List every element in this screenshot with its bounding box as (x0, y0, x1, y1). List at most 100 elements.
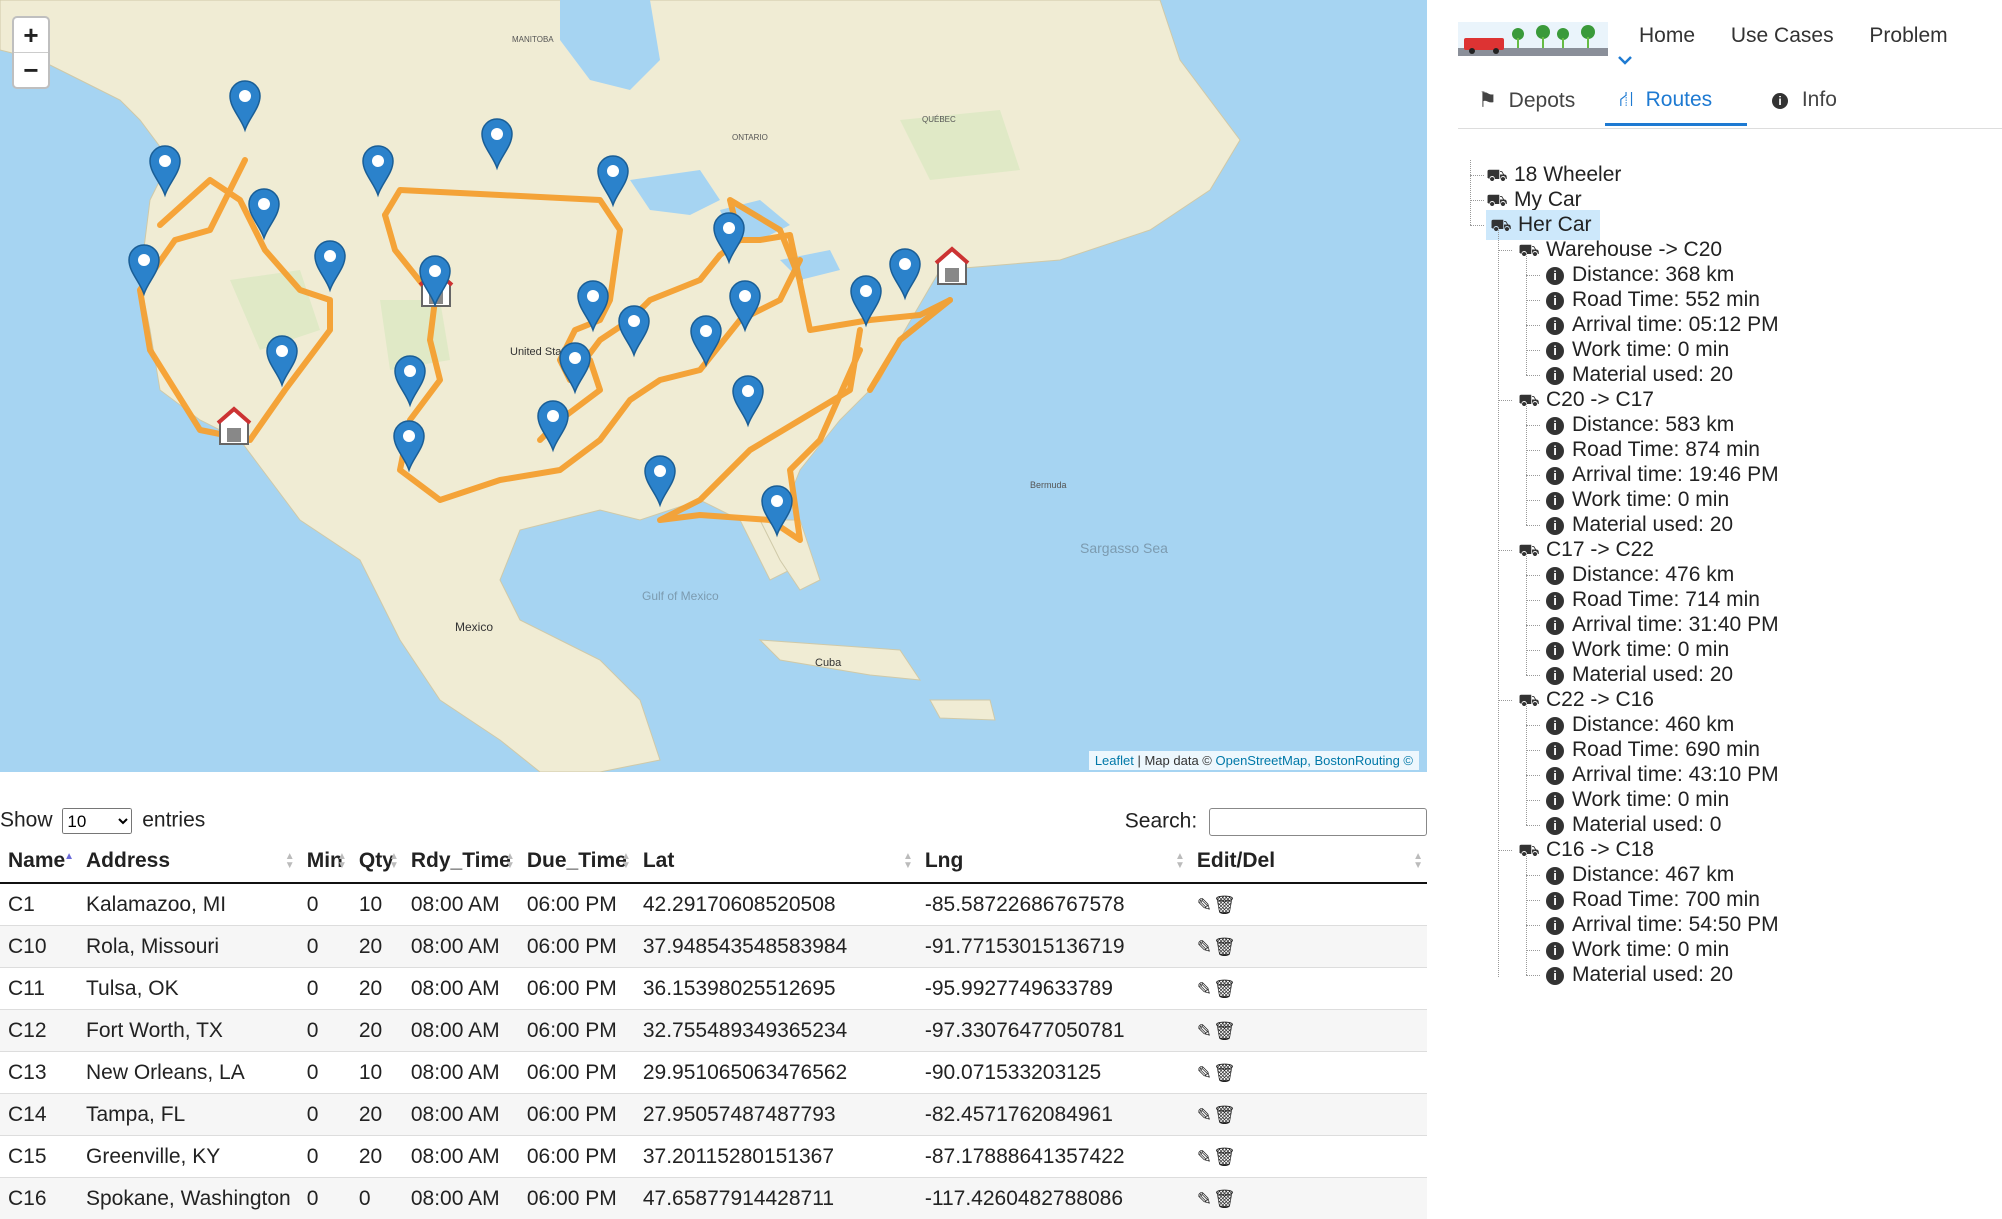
table-row[interactable]: C15Greenville, KY02008:00 AM06:00 PM37.2… (0, 1136, 1427, 1178)
leg-label: Warehouse -> C20 (1546, 238, 1722, 261)
info-circle-icon: i (1546, 767, 1564, 785)
tree-guide-line (1526, 600, 1540, 601)
table-cell-address: Fort Worth, TX (78, 1010, 299, 1052)
table-row[interactable]: C16Spokane, Washington0008:00 AM06:00 PM… (0, 1178, 1427, 1219)
table-header-row: Name▲ Address▲▼ Min▲▼ Qty▲▼ Rdy_Time▲▼ D… (0, 840, 1427, 883)
tab-info-label: Info (1802, 88, 1837, 111)
search-input[interactable] (1209, 808, 1427, 836)
tree-guide-line (1526, 402, 1527, 525)
table-row[interactable]: C1Kalamazoo, MI01008:00 AM06:00 PM42.291… (0, 883, 1427, 926)
table-cell-address: Rola, Missouri (78, 926, 299, 968)
osm-link[interactable]: OpenStreetMap, (1216, 753, 1311, 768)
nav-problem[interactable]: Problem (1869, 24, 1947, 47)
col-header-rdy-time[interactable]: Rdy_Time▲▼ (403, 840, 519, 883)
tree-guide-line (1526, 925, 1540, 926)
table-cell-due-time: 06:00 PM (519, 1178, 635, 1219)
leg-detail-text: Distance: 460 km (1572, 713, 1734, 736)
nav-home[interactable]: Home (1639, 24, 1695, 47)
table-row[interactable]: C13New Orleans, LA01008:00 AM06:00 PM29.… (0, 1052, 1427, 1094)
leg-detail-text: Road Time: 714 min (1572, 588, 1760, 611)
edit-icon[interactable]: ✎ (1197, 979, 1213, 999)
table-cell-lat: 37.20115280151367 (635, 1136, 917, 1178)
tree-guide-line (1526, 750, 1540, 751)
info-circle-icon: i (1546, 342, 1564, 360)
edit-icon[interactable]: ✎ (1197, 937, 1213, 957)
info-circle-icon: i (1546, 442, 1564, 460)
zoom-out-button[interactable]: − (14, 52, 48, 87)
trash-icon[interactable]: 🗑 (1213, 1063, 1237, 1083)
trash-icon[interactable]: 🗑 (1213, 1189, 1237, 1209)
tree-guide-line (1526, 800, 1540, 801)
trash-icon[interactable]: 🗑 (1213, 895, 1237, 915)
trash-icon[interactable]: 🗑 (1213, 937, 1237, 957)
edit-icon[interactable]: ✎ (1197, 1147, 1213, 1167)
logo-image (1458, 22, 1608, 56)
table-cell-edit-del: ✎🗑 (1189, 883, 1427, 926)
table-cell-qty: 20 (351, 1094, 403, 1136)
table-cell-name: C14 (0, 1094, 78, 1136)
table-cell-due-time: 06:00 PM (519, 883, 635, 926)
bostonrouting-link[interactable]: BostonRouting © (1315, 753, 1413, 768)
tree-guide-line (1526, 725, 1540, 726)
edit-icon[interactable]: ✎ (1197, 1189, 1213, 1209)
table-row[interactable]: C14Tampa, FL02008:00 AM06:00 PM27.950574… (0, 1094, 1427, 1136)
col-header-edit-del[interactable]: Edit/Del▲▼ (1189, 840, 1427, 883)
tree-guide-line (1526, 900, 1540, 901)
col-header-min[interactable]: Min▲▼ (299, 840, 351, 883)
tree-guide-line (1526, 675, 1540, 676)
flag-icon: ⚑ (1478, 89, 1497, 112)
show-label: Show (0, 809, 53, 832)
table-cell-name: C12 (0, 1010, 78, 1052)
tab-routes[interactable]: ⛙ Routes (1605, 88, 1747, 126)
trash-icon[interactable]: 🗑 (1213, 1105, 1237, 1125)
trash-icon[interactable]: 🗑 (1213, 979, 1237, 999)
tab-info[interactable]: i Info (1772, 88, 1872, 126)
leg-detail-text: Arrival time: 19:46 PM (1572, 463, 1779, 486)
col-header-lat[interactable]: Lat▲▼ (635, 840, 917, 883)
leg-detail-text: Road Time: 874 min (1572, 438, 1760, 461)
label-quebec: QUÉBEC (922, 115, 956, 124)
sort-icon: ▲▼ (621, 852, 631, 870)
edit-icon[interactable]: ✎ (1197, 1063, 1213, 1083)
table-row[interactable]: C11Tulsa, OK02008:00 AM06:00 PM36.153980… (0, 968, 1427, 1010)
chevron-down-icon[interactable] (1617, 48, 1633, 71)
table-cell-due-time: 06:00 PM (519, 1052, 635, 1094)
col-header-address[interactable]: Address▲▼ (78, 840, 299, 883)
table-cell-qty: 10 (351, 1052, 403, 1094)
info-circle-icon: i (1546, 417, 1564, 435)
page-size-select[interactable]: 10 (62, 808, 132, 834)
table-cell-qty: 20 (351, 926, 403, 968)
col-header-qty[interactable]: Qty▲▼ (351, 840, 403, 883)
map-tiles: United States Mexico Cuba Sargasso Sea G… (0, 0, 1427, 772)
leg-detail-text: Road Time: 552 min (1572, 288, 1760, 311)
col-header-name[interactable]: Name▲ (0, 840, 78, 883)
route-map[interactable]: United States Mexico Cuba Sargasso Sea G… (0, 0, 1427, 772)
table-cell-edit-del: ✎🗑 (1189, 1010, 1427, 1052)
logo[interactable] (1458, 22, 1608, 56)
trash-icon[interactable]: 🗑 (1213, 1147, 1237, 1167)
edit-icon[interactable]: ✎ (1197, 1021, 1213, 1041)
table-cell-rdy-time: 08:00 AM (403, 968, 519, 1010)
table-cell-rdy-time: 08:00 AM (403, 1052, 519, 1094)
edit-icon[interactable]: ✎ (1197, 895, 1213, 915)
table-cell-address: Kalamazoo, MI (78, 883, 299, 926)
leg-detail-text: Work time: 0 min (1572, 638, 1729, 661)
table-cell-address: Greenville, KY (78, 1136, 299, 1178)
nav-use-cases[interactable]: Use Cases (1731, 24, 1834, 47)
side-panel: Home Use Cases Problem ⚑ Depots ⛙ Routes… (1458, 0, 2002, 1214)
edit-icon[interactable]: ✎ (1197, 1105, 1213, 1125)
table-row[interactable]: C12Fort Worth, TX02008:00 AM06:00 PM32.7… (0, 1010, 1427, 1052)
tree-guide-line (1526, 325, 1540, 326)
tree-guide-line (1526, 852, 1527, 975)
zoom-in-button[interactable]: + (14, 18, 48, 52)
leaflet-link[interactable]: Leaflet (1095, 753, 1134, 768)
tab-depots[interactable]: ⚑ Depots (1478, 88, 1596, 126)
table-cell-due-time: 06:00 PM (519, 1094, 635, 1136)
attribution-text: | Map data © (1137, 753, 1211, 768)
trash-icon[interactable]: 🗑 (1213, 1021, 1237, 1041)
table-cell-edit-del: ✎🗑 (1189, 926, 1427, 968)
table-cell-rdy-time: 08:00 AM (403, 1010, 519, 1052)
col-header-due-time[interactable]: Due_Time▲▼ (519, 840, 635, 883)
col-header-lng[interactable]: Lng▲▼ (917, 840, 1189, 883)
table-row[interactable]: C10Rola, Missouri02008:00 AM06:00 PM37.9… (0, 926, 1427, 968)
